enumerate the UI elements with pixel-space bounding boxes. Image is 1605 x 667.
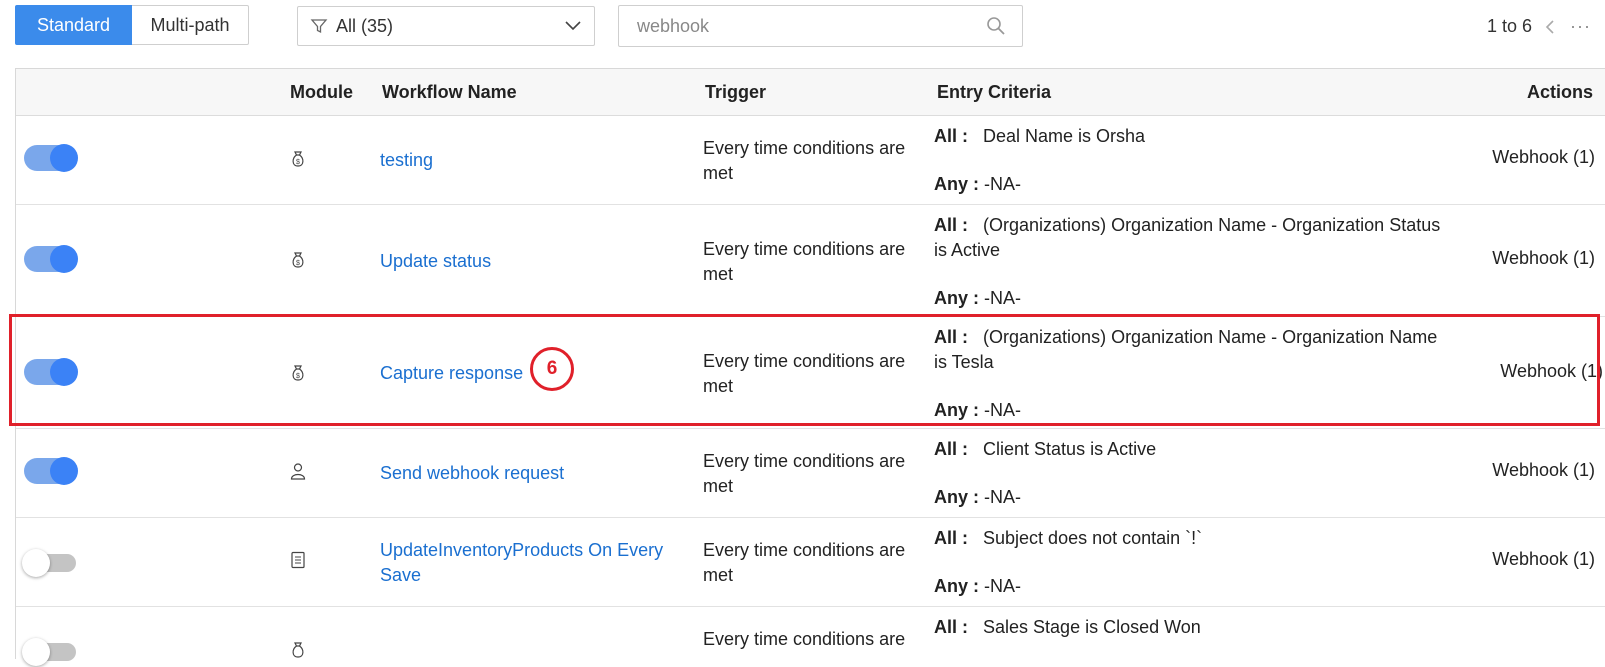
document-icon xyxy=(291,551,305,569)
chevron-left-icon[interactable] xyxy=(1544,19,1556,35)
entry-criteria: All : (Organizations) Organization Name … xyxy=(934,213,1449,311)
user-icon xyxy=(290,463,306,480)
table-row[interactable]: Send webhook request Every time conditio… xyxy=(16,429,1605,518)
header-module: Module xyxy=(290,82,353,102)
all-criteria: Subject does not contain `!` xyxy=(983,528,1203,548)
trigger-text: Every time conditions are met xyxy=(703,540,906,585)
any-criteria: -NA- xyxy=(984,487,1022,507)
trigger-text: Every time conditions are xyxy=(703,629,906,649)
any-label: Any : xyxy=(934,288,979,308)
table-row[interactable]: UpdateInventoryProducts On Every Save Ev… xyxy=(16,518,1605,607)
actions-text: Webhook (1) xyxy=(1492,248,1595,268)
any-criteria: -NA- xyxy=(984,174,1022,194)
toggle-knob xyxy=(22,549,50,577)
actions-text: Webhook (1) xyxy=(1492,460,1595,480)
workflow-toggle[interactable] xyxy=(24,457,78,485)
all-criteria: Deal Name is Orsha xyxy=(983,126,1146,146)
actions-text: Webhook (1) xyxy=(1492,549,1595,569)
table-header: Module Workflow Name Trigger Entry Crite… xyxy=(16,69,1605,116)
header-actions: Actions xyxy=(1526,82,1593,102)
toggle-knob xyxy=(22,638,50,666)
entry-criteria: All : Deal Name is Orsha Any : -NA- xyxy=(934,124,1449,197)
svg-text:$: $ xyxy=(296,159,300,166)
view-mode-switch: Standard Multi-path xyxy=(15,5,249,45)
header-trigger: Trigger xyxy=(705,82,767,102)
any-criteria: -NA- xyxy=(984,288,1022,308)
toggle-knob xyxy=(50,245,78,273)
entry-criteria: All : Subject does not contain `!` Any :… xyxy=(934,526,1449,599)
workflow-name-link[interactable]: Update status xyxy=(380,249,491,274)
table-row[interactable]: Every time conditions are All : Sales St… xyxy=(16,607,1605,667)
entry-criteria: All : Sales Stage is Closed Won xyxy=(934,615,1449,640)
header-workflow-name: Workflow Name xyxy=(382,82,517,102)
all-label: All : xyxy=(934,215,968,235)
actions-text: Webhook (1) xyxy=(1492,147,1595,167)
entry-criteria: All : Client Status is Active Any : -NA- xyxy=(934,437,1449,510)
any-criteria: -NA- xyxy=(984,576,1022,596)
header-entry-criteria: Entry Criteria xyxy=(937,82,1052,102)
any-label: Any : xyxy=(934,174,979,194)
trigger-text: Every time conditions are met xyxy=(703,451,906,496)
step-badge: 6 xyxy=(530,347,574,391)
toggle-knob xyxy=(50,457,78,485)
all-label: All : xyxy=(934,528,968,548)
filter-dropdown[interactable]: All (35) xyxy=(297,6,595,46)
chevron-down-icon xyxy=(565,21,581,31)
any-label: Any : xyxy=(934,576,979,596)
toggle-knob xyxy=(50,144,78,172)
filter-icon xyxy=(310,19,328,34)
workflow-name-link[interactable]: testing xyxy=(380,148,433,173)
workflow-name-link[interactable]: Send webhook request xyxy=(380,461,564,486)
tab-multi-path[interactable]: Multi-path xyxy=(132,5,249,45)
workflow-toggle[interactable] xyxy=(22,549,76,577)
page-range: 1 to 6 xyxy=(1486,16,1533,36)
svg-text:$: $ xyxy=(296,260,300,267)
search-icon[interactable] xyxy=(986,16,1006,36)
workflow-toggle[interactable] xyxy=(24,144,78,172)
search-input[interactable] xyxy=(635,14,986,38)
workflow-toggle[interactable] xyxy=(22,638,76,666)
trigger-text: Every time conditions are met xyxy=(703,239,906,284)
money-bag-icon: $ xyxy=(292,252,304,268)
all-label: All : xyxy=(934,617,968,637)
table-row[interactable]: $ testing Every time conditions are met … xyxy=(16,116,1605,205)
all-criteria: Client Status is Active xyxy=(983,439,1157,459)
search-box xyxy=(618,5,1023,47)
pagination: 1 to 6 ··· xyxy=(1487,16,1591,37)
money-bag-icon: $ xyxy=(292,151,304,167)
workflow-toggle[interactable] xyxy=(24,245,78,273)
more-options-icon[interactable]: ··· xyxy=(1570,16,1591,37)
money-bag-icon xyxy=(292,642,304,658)
all-label: All : xyxy=(934,439,968,459)
filter-label: All (35) xyxy=(336,15,394,36)
any-label: Any : xyxy=(934,487,979,507)
highlight-box xyxy=(9,314,1600,426)
all-criteria: Sales Stage is Closed Won xyxy=(983,617,1201,637)
all-criteria: (Organizations) Organization Name - Orga… xyxy=(934,215,1441,260)
workflow-name-link[interactable]: UpdateInventoryProducts On Every Save xyxy=(380,538,680,588)
tab-standard[interactable]: Standard xyxy=(15,5,132,45)
all-label: All : xyxy=(934,126,968,146)
table-row[interactable]: $ Update status Every time conditions ar… xyxy=(16,205,1605,317)
trigger-text: Every time conditions are met xyxy=(703,138,906,183)
